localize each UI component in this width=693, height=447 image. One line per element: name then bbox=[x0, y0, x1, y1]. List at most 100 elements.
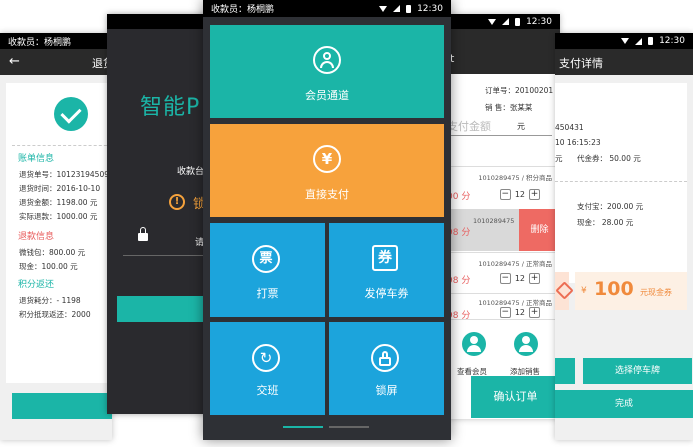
direct-pay-tile[interactable]: ¥ 直接支付 bbox=[210, 124, 444, 217]
quantity-stepper: − 12 + bbox=[499, 189, 540, 200]
receipt-row: 积分抵现返还：2000 bbox=[19, 310, 91, 319]
main-menu-screen: 收款员：杨桐鹏 12:30 会员通道 ¥ 直接支付 票 打票 券 发停车券 ↻ bbox=[203, 0, 451, 440]
shift-change-tile[interactable]: ↻ 交班 bbox=[210, 322, 325, 415]
member-channel-tile[interactable]: 会员通道 bbox=[210, 25, 444, 118]
coupon-card[interactable]: ¥ 100 元现金券 bbox=[575, 272, 687, 310]
lock-icon bbox=[371, 344, 399, 372]
coupon-card[interactable] bbox=[555, 272, 569, 310]
brand-title: 智能P bbox=[140, 95, 201, 120]
quantity-value: 12 bbox=[514, 190, 525, 199]
clock: 12:30 bbox=[659, 36, 685, 46]
lock-screen-tile[interactable]: 锁屏 bbox=[329, 322, 444, 415]
receipt-row: 现金： 28.00 元 bbox=[577, 218, 634, 227]
ticket-icon: 票 bbox=[252, 245, 280, 273]
tile-label: 会员通道 bbox=[305, 89, 349, 102]
order-screen: 12:30 t 订单号：20100201 销 售：张某某 支付金额 元 1010… bbox=[447, 14, 560, 419]
list-item[interactable]: 1010289475 / 正常商品 98 分 − 12 + bbox=[447, 293, 560, 321]
quantity-stepper: − 12 + bbox=[499, 307, 540, 318]
receipt-row: 退货单号：10123194509 bbox=[19, 170, 109, 179]
tile-label: 打票 bbox=[256, 287, 279, 300]
coupon-amount: 100 bbox=[594, 278, 634, 300]
tile-label: 交班 bbox=[256, 384, 279, 397]
add-sales-icon[interactable] bbox=[514, 332, 538, 356]
input-underline bbox=[123, 255, 210, 256]
plus-button[interactable]: + bbox=[529, 189, 540, 200]
back-arrow-icon[interactable]: ← bbox=[9, 54, 20, 69]
battery-icon bbox=[648, 37, 654, 45]
parking-coupon-tile[interactable]: 券 发停车券 bbox=[329, 223, 444, 317]
battery-icon bbox=[515, 17, 521, 26]
plus-button[interactable]: + bbox=[529, 307, 540, 318]
page-title: 支付详情 bbox=[559, 57, 603, 70]
refund-result-screen: 收款员：杨桐鹏 ← 退货 账单信息 退货单号：10123194509 退货时间：… bbox=[0, 33, 112, 440]
warning-icon: ! bbox=[169, 194, 185, 210]
top-bar: t bbox=[447, 29, 560, 74]
receipt-row: 退货金额：1198.00 元 bbox=[19, 198, 98, 207]
coupon-currency: ¥ bbox=[581, 286, 587, 296]
minus-button[interactable]: − bbox=[499, 189, 511, 200]
minus-button[interactable]: − bbox=[499, 273, 511, 284]
coupon-text: 元现金券 bbox=[640, 288, 672, 297]
amount-input[interactable]: 支付金额 bbox=[447, 118, 491, 134]
receipt-row: 450431 bbox=[555, 123, 584, 132]
signal-icon bbox=[502, 18, 510, 25]
tile-label: 锁屏 bbox=[375, 384, 398, 397]
plus-button[interactable]: + bbox=[529, 273, 540, 284]
bottom-action-button[interactable] bbox=[12, 393, 112, 419]
tile-label: 直接支付 bbox=[305, 188, 349, 201]
done-button[interactable]: 完成 bbox=[555, 390, 693, 418]
page-indicator-active[interactable] bbox=[283, 426, 323, 428]
page-indicator[interactable] bbox=[329, 426, 369, 428]
quantity-value: 12 bbox=[514, 274, 525, 283]
wifi-icon bbox=[379, 5, 388, 12]
top-bar: ← 退货 bbox=[0, 49, 112, 75]
select-parking-button[interactable]: 选择停车牌 bbox=[583, 358, 692, 384]
confirm-order-button[interactable]: 确认订单 bbox=[471, 376, 560, 418]
receipt-row-unit: 元 bbox=[555, 154, 563, 163]
minus-button[interactable]: − bbox=[499, 307, 511, 318]
receipt-row: 实际退款：1000.00 元 bbox=[19, 212, 98, 221]
coupon-list: ¥ 100 元现金券 bbox=[555, 269, 693, 313]
lock-icon bbox=[138, 227, 148, 241]
status-bar: 12:30 bbox=[447, 14, 560, 29]
signal-icon bbox=[635, 37, 643, 45]
receipt-row: 退货耗分：- 1198 bbox=[19, 296, 81, 305]
member-icon bbox=[313, 46, 341, 74]
divider bbox=[555, 181, 687, 182]
yen-icon: ¥ bbox=[313, 145, 341, 173]
top-bar: 支付详情 bbox=[555, 49, 693, 75]
quantity-value: 12 bbox=[514, 308, 525, 317]
print-ticket-tile[interactable]: 票 打票 bbox=[210, 223, 325, 317]
status-user: 收款员：杨桐鹏 bbox=[8, 37, 72, 48]
divider bbox=[12, 145, 112, 146]
item-code: 1010289475 / 积分商品 bbox=[478, 174, 552, 182]
status-bar bbox=[107, 14, 210, 29]
delete-button[interactable]: 删除 bbox=[519, 209, 560, 251]
cashier-label: 收款台 bbox=[177, 167, 205, 177]
battery-icon bbox=[406, 4, 412, 13]
screenshot-collage: 收款员：杨桐鹏 ← 退货 账单信息 退货单号：10123194509 退货时间：… bbox=[0, 0, 693, 447]
login-screen: 智能P 收款台 ! 锁 请 bbox=[107, 14, 210, 414]
receipt-row: 微钱包：800.00 元 bbox=[19, 248, 86, 257]
wifi-icon bbox=[621, 38, 630, 44]
order-number: 订单号：20100201 bbox=[485, 86, 554, 95]
swiped-list-item[interactable]: 98 分 1010289475 删除 bbox=[447, 209, 560, 251]
payment-detail-screen: 12:30 支付详情 450431 10 16:15:23 元 代金券： 50.… bbox=[555, 33, 693, 440]
bill-section-title: 账单信息 bbox=[18, 154, 55, 164]
refund-receipt-card: 账单信息 退货单号：10123194509 退货时间：2016-10-10 退货… bbox=[6, 83, 112, 383]
list-item[interactable]: 1010289475 / 积分商品 00 分 − 12 + bbox=[447, 166, 560, 208]
item-code: 1010289475 / 正常商品 bbox=[478, 260, 552, 268]
receipt-row: 10 16:15:23 bbox=[555, 138, 601, 147]
tile-label: 发停车券 bbox=[364, 287, 409, 300]
status-bar: 收款员：杨桐鹏 bbox=[0, 33, 112, 49]
login-button[interactable] bbox=[117, 296, 210, 322]
receipt-row: 现金：100.00 元 bbox=[19, 262, 78, 271]
view-member-icon[interactable] bbox=[462, 332, 486, 356]
clock: 12:30 bbox=[526, 16, 552, 27]
receipt-row: 退货时间：2016-10-10 bbox=[19, 184, 101, 193]
list-item[interactable]: 1010289475 / 正常商品 98 分 − 12 + bbox=[447, 252, 560, 292]
secondary-button[interactable] bbox=[555, 358, 575, 384]
quantity-stepper: − 12 + bbox=[499, 273, 540, 284]
item-code: 1010289475 / 正常商品 bbox=[478, 299, 552, 307]
coupon-icon: 券 bbox=[372, 245, 398, 271]
